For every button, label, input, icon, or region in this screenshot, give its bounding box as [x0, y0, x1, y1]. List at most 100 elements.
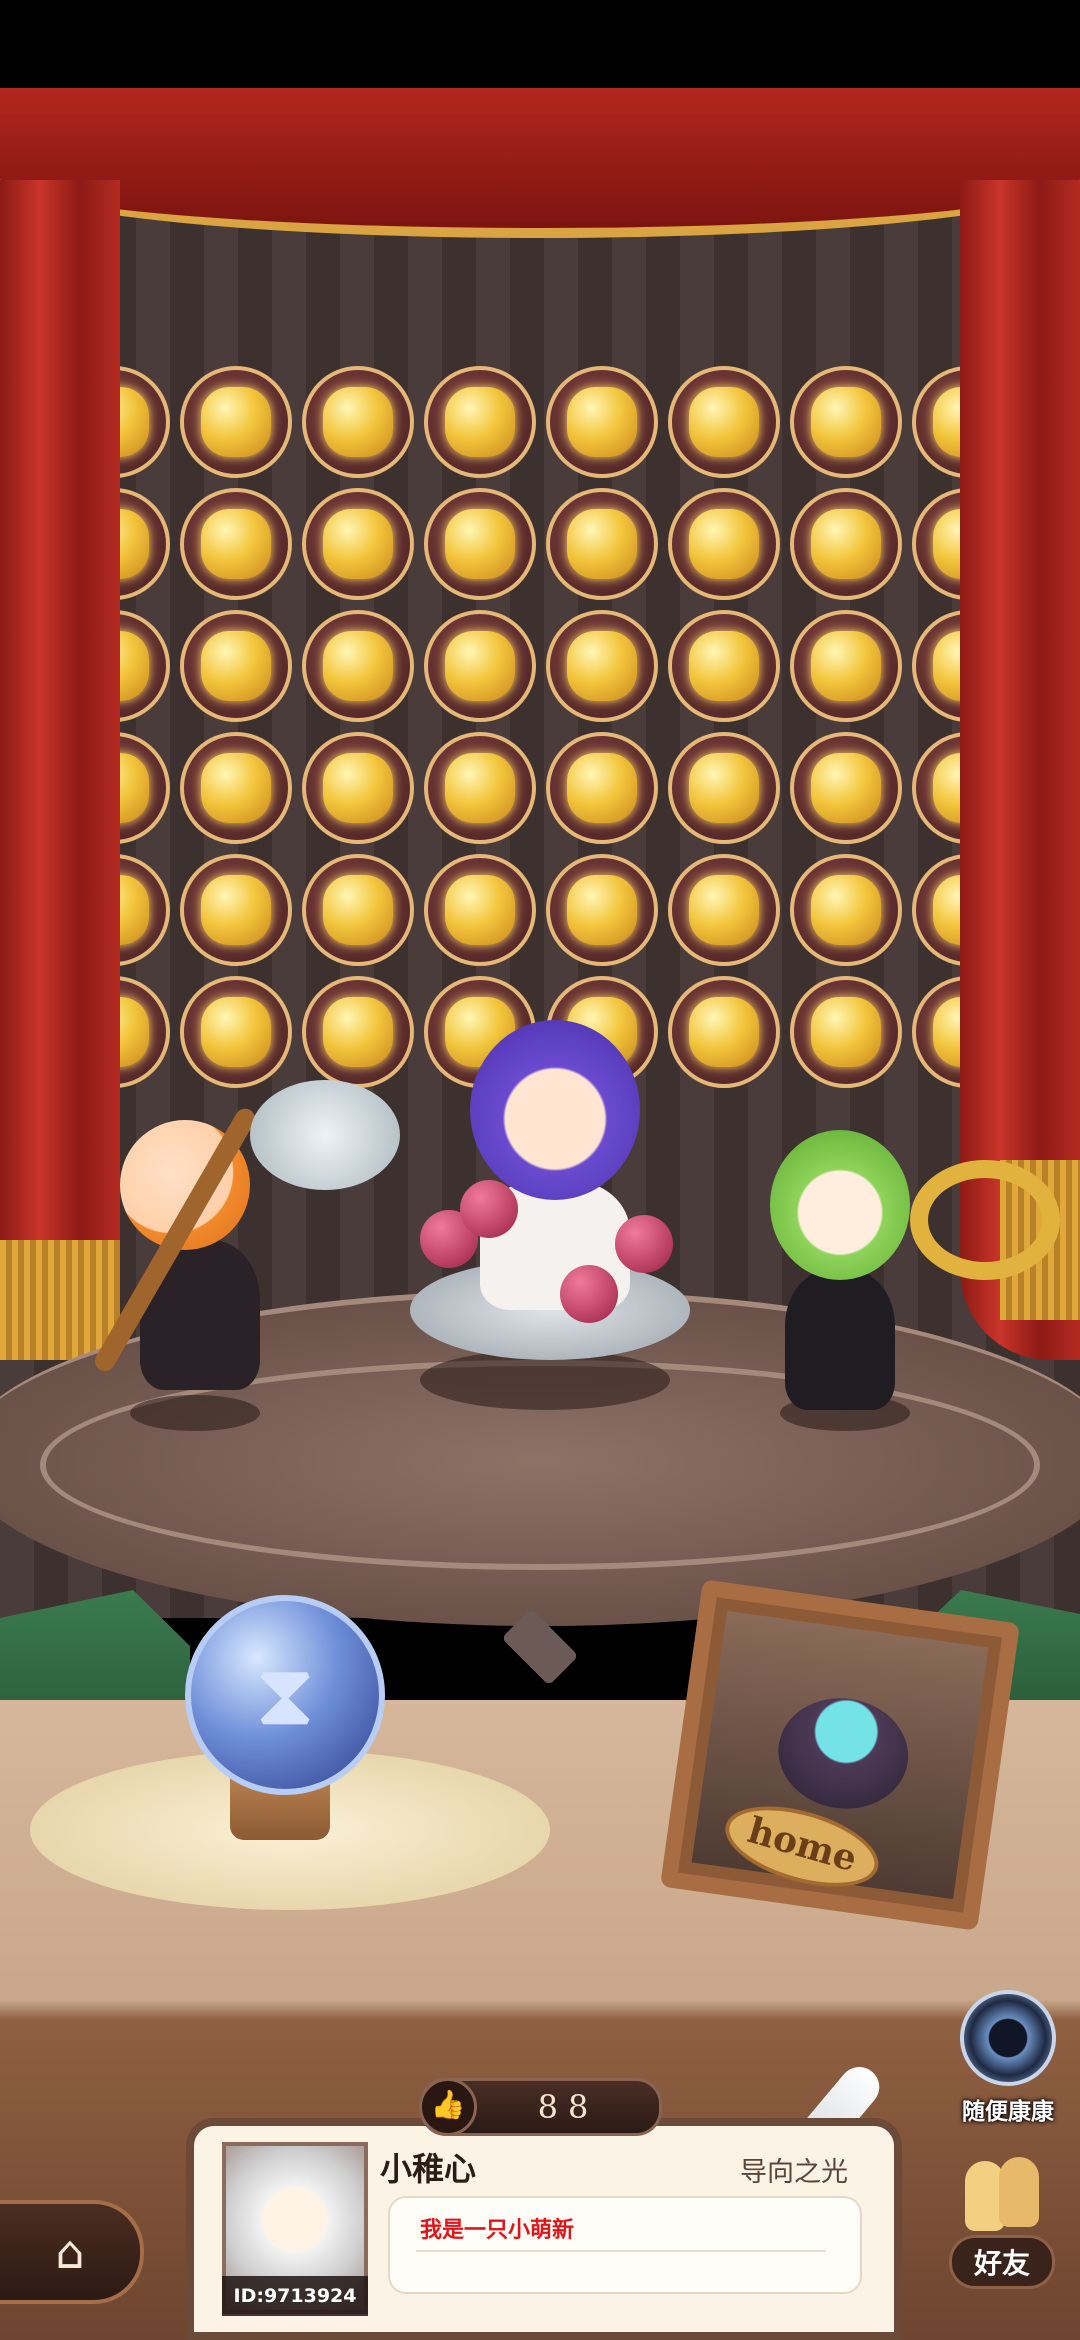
gold-medal-icon: [201, 997, 271, 1067]
gold-medal-icon: [445, 387, 515, 457]
gold-medal-icon: [567, 875, 637, 945]
gold-medal-icon: [201, 509, 271, 579]
medal-badge[interactable]: [302, 732, 414, 844]
gold-medal-icon: [811, 875, 881, 945]
gold-medal-icon: [811, 631, 881, 701]
medal-badge[interactable]: [790, 610, 902, 722]
medal-badge[interactable]: [546, 732, 658, 844]
medal-badge[interactable]: [546, 610, 658, 722]
medal-badge[interactable]: [790, 488, 902, 600]
gold-medal-icon: [567, 753, 637, 823]
medal-badge[interactable]: [180, 488, 292, 600]
medal-badge[interactable]: [546, 854, 658, 966]
apple-icon: [560, 1265, 618, 1323]
friends-label: 好友: [948, 2235, 1055, 2289]
like-count: 88: [537, 2088, 599, 2126]
gold-medal-icon: [567, 509, 637, 579]
medal-badge[interactable]: [546, 488, 658, 600]
gold-medal-icon: [689, 387, 759, 457]
character-head: [770, 1130, 910, 1280]
medal-badge[interactable]: [180, 732, 292, 844]
curtain-valance: [0, 88, 1080, 238]
gold-medal-icon: [201, 875, 271, 945]
crystal-ball-timer-button[interactable]: ⧗: [185, 1595, 385, 1795]
medal-badge[interactable]: [180, 976, 292, 1088]
medal-badge[interactable]: [790, 976, 902, 1088]
gold-medal-icon: [323, 997, 393, 1067]
apple-icon: [615, 1215, 673, 1273]
medal-badge[interactable]: [668, 610, 780, 722]
wind-up-key-icon: [910, 1160, 1060, 1280]
gold-medal-icon: [811, 509, 881, 579]
maid-character-orange[interactable]: [91, 1080, 400, 1430]
medal-badge[interactable]: [302, 366, 414, 478]
medal-badge[interactable]: [180, 854, 292, 966]
medal-badge[interactable]: [424, 732, 536, 844]
medal-badge[interactable]: [668, 732, 780, 844]
cauldron-icon: [771, 1689, 916, 1817]
gold-medal-icon: [323, 387, 393, 457]
gold-medal-icon: [445, 753, 515, 823]
medal-badge[interactable]: [302, 610, 414, 722]
medal-collection-grid: [58, 366, 1028, 1094]
friends-button[interactable]: 好友: [928, 2155, 1076, 2289]
gold-medal-icon: [445, 875, 515, 945]
medal-badge[interactable]: [424, 610, 536, 722]
medal-badge[interactable]: [424, 488, 536, 600]
medal-badge[interactable]: [302, 854, 414, 966]
home-button[interactable]: ⌂: [0, 2200, 144, 2304]
medal-badge[interactable]: [302, 488, 414, 600]
gold-medal-icon: [689, 753, 759, 823]
medal-badge[interactable]: [180, 610, 292, 722]
random-visit-label: 随便康康: [962, 2099, 1054, 2125]
thumbs-up-icon[interactable]: 👍: [419, 2078, 477, 2136]
gold-medal-icon: [201, 631, 271, 701]
gold-medal-icon: [445, 631, 515, 701]
medal-badge[interactable]: [180, 366, 292, 478]
gold-medal-icon: [689, 631, 759, 701]
like-bar: 👍 88: [419, 2078, 662, 2136]
medal-badge[interactable]: [424, 854, 536, 966]
maid-character-purple[interactable]: [400, 1010, 700, 1380]
medal-badge[interactable]: [302, 976, 414, 1088]
username: 小稚心: [380, 2150, 477, 2188]
friends-icon: [957, 2155, 1047, 2235]
character-body: [785, 1270, 895, 1410]
maid-character-green[interactable]: [760, 1120, 940, 1430]
bio-divider: [416, 2250, 826, 2252]
medal-badge[interactable]: [668, 488, 780, 600]
gold-medal-icon: [567, 631, 637, 701]
medal-badge[interactable]: [668, 854, 780, 966]
user-id: ID:9713924: [222, 2276, 368, 2316]
medal-badge[interactable]: [790, 366, 902, 478]
gold-medal-icon: [689, 509, 759, 579]
gold-medal-icon: [567, 387, 637, 457]
gold-medal-icon: [323, 509, 393, 579]
gold-medal-icon: [323, 875, 393, 945]
user-title: 导向之光: [740, 2157, 848, 2188]
bio-text: 我是一只小萌新: [420, 2218, 575, 2243]
gold-medal-icon: [323, 631, 393, 701]
gold-medal-icon: [445, 509, 515, 579]
feather-duster-icon: [250, 1080, 400, 1190]
home-picture-frame-button[interactable]: home: [659, 1579, 1021, 1931]
random-visit-button[interactable]: 随便康康: [942, 1990, 1074, 2126]
status-bar: [0, 0, 1080, 88]
gold-medal-icon: [689, 875, 759, 945]
house-icon: ⌂: [55, 2225, 85, 2279]
hourglass-icon: ⧗: [254, 1645, 316, 1745]
medal-badge[interactable]: [424, 366, 536, 478]
gold-medal-icon: [323, 753, 393, 823]
gold-medal-icon: [811, 997, 881, 1067]
medal-badge[interactable]: [546, 366, 658, 478]
gold-medal-icon: [811, 387, 881, 457]
apple-icon: [460, 1180, 518, 1238]
gold-medal-icon: [201, 387, 271, 457]
gold-medal-icon: [201, 753, 271, 823]
character-head: [470, 1020, 640, 1200]
bio-box[interactable]: 我是一只小萌新: [388, 2196, 862, 2294]
medal-badge[interactable]: [668, 366, 780, 478]
portal-icon: [960, 1990, 1056, 2086]
medal-badge[interactable]: [790, 854, 902, 966]
medal-badge[interactable]: [790, 732, 902, 844]
